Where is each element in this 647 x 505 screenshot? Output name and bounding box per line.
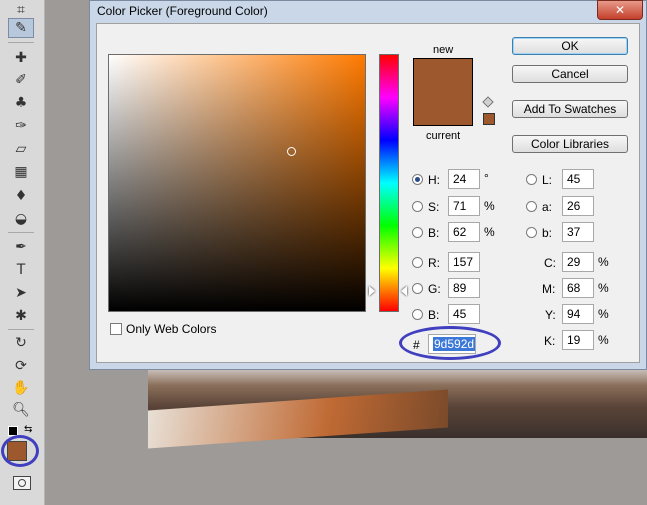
- b-channel-label: b:: [542, 226, 553, 240]
- crop-tool-icon[interactable]: ⌗: [8, 0, 34, 20]
- color-libraries-button[interactable]: Color Libraries: [512, 135, 628, 153]
- lightness-label: L:: [542, 173, 553, 187]
- lightness-input[interactable]: 45: [562, 169, 594, 189]
- hue-slider[interactable]: [379, 54, 399, 312]
- color-picker-dialog: Color Picker (Foreground Color) ✕ new cu…: [89, 0, 647, 370]
- black-input[interactable]: 19: [562, 330, 594, 350]
- hue-slider-left-arrow[interactable]: [369, 286, 375, 296]
- blue-label: B:: [428, 308, 440, 322]
- green-label: G:: [428, 282, 441, 296]
- 3d-orbit-tool-icon[interactable]: ⟳: [8, 356, 34, 376]
- swap-colors-icon[interactable]: ⇆: [24, 424, 32, 435]
- brightness-unit: %: [484, 225, 495, 239]
- brightness-label: B:: [428, 226, 440, 240]
- hex-highlight-oval: [399, 326, 501, 360]
- type-tool-icon[interactable]: T: [8, 260, 34, 280]
- web-safe-swatch[interactable]: [483, 113, 495, 125]
- close-button[interactable]: ✕: [597, 0, 643, 20]
- brightness-input[interactable]: 62: [448, 222, 480, 242]
- clone-stamp-tool-icon[interactable]: ♣: [8, 93, 34, 113]
- black-unit: %: [598, 333, 609, 347]
- dialog-titlebar[interactable]: Color Picker (Foreground Color) ✕: [90, 0, 646, 23]
- eraser-tool-icon[interactable]: ▱: [8, 139, 34, 159]
- red-radio[interactable]: [412, 257, 423, 268]
- yellow-input[interactable]: 94: [562, 304, 594, 324]
- healing-brush-tool-icon[interactable]: ✚: [8, 48, 34, 68]
- gradient-tool-icon[interactable]: ▦: [8, 162, 34, 182]
- magenta-input[interactable]: 68: [562, 278, 594, 298]
- 3d-rotate-tool-icon[interactable]: ↻: [8, 333, 34, 353]
- a-channel-label: a:: [542, 200, 553, 214]
- red-input[interactable]: 157: [448, 252, 480, 272]
- cyan-unit: %: [598, 255, 609, 269]
- saturation-input[interactable]: 71: [448, 196, 480, 216]
- green-radio[interactable]: [412, 283, 423, 294]
- path-selection-tool-icon[interactable]: ➤: [8, 283, 34, 303]
- yellow-unit: %: [598, 307, 609, 321]
- tools-panel: ⌗ ✎ ✚ ✐ ♣ ✑ ▱ ▦ ♦ ◒ ✒ T ➤ ✱ ↻ ⟳ ✋ 🔍︎ ⇆: [0, 0, 45, 505]
- highlight-oval: [1, 435, 39, 467]
- ok-button[interactable]: OK: [512, 37, 628, 55]
- cyan-label: C:: [544, 256, 556, 270]
- eyedropper-tool-icon[interactable]: ✎: [8, 18, 34, 38]
- lightness-radio[interactable]: [526, 174, 537, 185]
- blue-radio[interactable]: [412, 309, 423, 320]
- a-channel-input[interactable]: 26: [562, 196, 594, 216]
- hue-slider-right-arrow[interactable]: [401, 286, 407, 296]
- hue-unit: °: [484, 171, 489, 185]
- blur-tool-icon[interactable]: ♦: [8, 186, 34, 206]
- zoom-tool-icon[interactable]: 🔍︎: [8, 400, 34, 420]
- hue-label: H:: [428, 173, 440, 187]
- dodge-tool-icon[interactable]: ◒: [8, 209, 34, 229]
- blue-input[interactable]: 45: [448, 304, 480, 324]
- a-channel-radio[interactable]: [526, 201, 537, 212]
- dialog-title: Color Picker (Foreground Color): [97, 4, 268, 18]
- saturation-label: S:: [428, 200, 440, 214]
- new-label: new: [433, 44, 454, 56]
- close-icon: ✕: [614, 3, 626, 17]
- brightness-radio[interactable]: [412, 227, 423, 238]
- hue-input[interactable]: 24: [448, 169, 480, 189]
- add-to-swatches-button[interactable]: Add To Swatches: [512, 100, 628, 118]
- cyan-input[interactable]: 29: [562, 252, 594, 272]
- pen-tool-icon[interactable]: ✒: [8, 237, 34, 257]
- new-color-swatch: [414, 59, 472, 92]
- dialog-content: new current OK Cancel Add To Swatches Co…: [96, 23, 640, 363]
- new-current-swatch: [413, 58, 473, 126]
- out-of-gamut-cube-icon[interactable]: [482, 96, 494, 108]
- saturation-unit: %: [484, 199, 495, 213]
- saturation-radio[interactable]: [412, 201, 423, 212]
- magenta-label: M:: [542, 282, 556, 296]
- magenta-unit: %: [598, 281, 609, 295]
- custom-shape-tool-icon[interactable]: ✱: [8, 306, 34, 326]
- current-color-swatch[interactable]: [414, 92, 472, 125]
- brush-tool-icon[interactable]: ✐: [8, 70, 34, 90]
- quick-mask-icon[interactable]: [13, 476, 31, 490]
- only-web-colors-checkbox[interactable]: [110, 323, 122, 335]
- current-label: current: [426, 130, 461, 142]
- black-label: K:: [544, 334, 556, 348]
- saturation-brightness-field[interactable]: [108, 54, 366, 312]
- history-brush-tool-icon[interactable]: ✑: [8, 116, 34, 136]
- green-input[interactable]: 89: [448, 278, 480, 298]
- yellow-label: Y:: [545, 308, 556, 322]
- red-label: R:: [428, 256, 440, 270]
- hue-radio[interactable]: [412, 174, 423, 185]
- b-channel-radio[interactable]: [526, 227, 537, 238]
- only-web-colors-label: Only Web Colors: [126, 322, 217, 336]
- cancel-button[interactable]: Cancel: [512, 65, 628, 83]
- hand-tool-icon[interactable]: ✋: [8, 378, 34, 398]
- b-channel-input[interactable]: 37: [562, 222, 594, 242]
- color-field-cursor[interactable]: [287, 147, 296, 156]
